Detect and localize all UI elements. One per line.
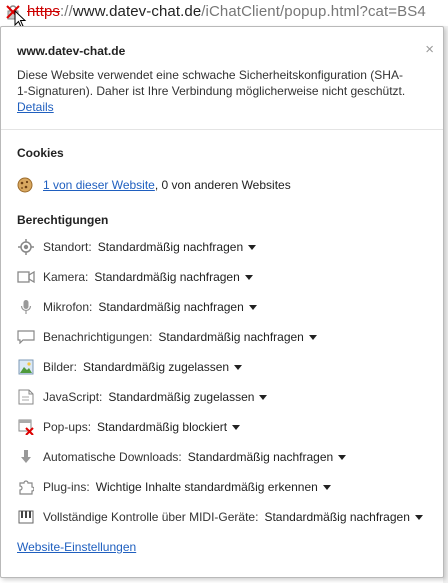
- permission-label: Standort:: [43, 240, 92, 254]
- site-info-popup: × www.datev-chat.de Diese Website verwen…: [0, 26, 444, 578]
- permission-notifications: Benachrichtigungen: Standardmäßig nachfr…: [17, 328, 317, 346]
- url-host: www.datev-chat.de: [72, 3, 202, 20]
- permission-label: JavaScript:: [43, 390, 103, 404]
- permission-value-dropdown[interactable]: Standardmäßig nachfragen: [158, 330, 303, 344]
- permission-value-dropdown[interactable]: Standardmäßig nachfragen: [98, 300, 243, 314]
- url-path: /iChatClient/popup.html?cat=BS4: [201, 3, 426, 20]
- chevron-down-icon[interactable]: [322, 484, 331, 490]
- cookies-rest-text: , 0 von anderen Websites: [154, 178, 291, 192]
- permission-value-dropdown[interactable]: Standardmäßig zugelassen: [108, 390, 254, 404]
- javascript-icon: [17, 389, 35, 405]
- permission-label: Plug-ins:: [43, 480, 90, 494]
- permission-popups: Pop-ups: Standardmäßig blockiert: [17, 418, 241, 436]
- permission-location: Standort: Standardmäßig nachfragen: [17, 238, 257, 256]
- image-icon: [17, 359, 35, 375]
- chevron-down-icon[interactable]: [244, 274, 253, 280]
- chevron-down-icon[interactable]: [414, 514, 423, 520]
- chevron-down-icon[interactable]: [232, 424, 241, 430]
- permission-camera: Kamera: Standardmäßig nachfragen: [17, 268, 253, 286]
- chevron-down-icon[interactable]: [248, 244, 257, 250]
- permission-label: Automatische Downloads:: [43, 450, 182, 464]
- chevron-down-icon[interactable]: [234, 364, 243, 370]
- plugin-icon: [17, 479, 35, 495]
- permission-label: Benachrichtigungen:: [43, 330, 153, 344]
- details-link[interactable]: Details: [17, 100, 54, 114]
- permission-label: Mikrofon:: [43, 300, 93, 314]
- permission-downloads: Automatische Downloads: Standardmäßig na…: [17, 448, 347, 466]
- permission-microphone: Mikrofon: Standardmäßig nachfragen: [17, 298, 257, 316]
- chevron-down-icon[interactable]: [308, 334, 317, 340]
- chevron-down-icon[interactable]: [259, 394, 268, 400]
- permission-images: Bilder: Standardmäßig zugelassen: [17, 358, 243, 376]
- chevron-down-icon[interactable]: [338, 454, 347, 460]
- cookies-row: 1 von dieser Website, 0 von anderen Webs…: [17, 176, 291, 194]
- permission-label: Vollständige Kontrolle über MIDI-Geräte:: [43, 510, 259, 524]
- permission-javascript: JavaScript: Standardmäßig zugelassen: [17, 388, 268, 406]
- permission-value-dropdown[interactable]: Standardmäßig nachfragen: [188, 450, 333, 464]
- cookies-site-link[interactable]: 1 von dieser Website: [43, 178, 155, 192]
- permission-midi: Vollständige Kontrolle über MIDI-Geräte:…: [17, 508, 423, 526]
- permission-value-dropdown[interactable]: Standardmäßig nachfragen: [264, 510, 409, 524]
- url-scheme: https: [27, 3, 61, 20]
- divider: [1, 129, 443, 130]
- cookies-heading: Cookies: [17, 146, 64, 160]
- camera-icon: [17, 269, 35, 285]
- permission-value-dropdown[interactable]: Standardmäßig nachfragen: [98, 240, 243, 254]
- permissions-heading: Berechtigungen: [17, 213, 109, 227]
- permission-value-dropdown[interactable]: Wichtige Inhalte standardmäßig erkennen: [96, 480, 318, 494]
- url-scheme-separator: ://: [60, 3, 73, 20]
- chevron-down-icon[interactable]: [248, 304, 257, 310]
- website-settings-link[interactable]: Website-Einstellungen: [17, 540, 136, 554]
- location-icon: [17, 239, 35, 255]
- permission-plugins: Plug-ins: Wichtige Inhalte standardmäßig…: [17, 478, 331, 496]
- permission-label: Bilder:: [43, 360, 78, 374]
- microphone-icon: [17, 299, 35, 315]
- popup-blocked-icon: [17, 419, 35, 435]
- permission-label: Kamera:: [43, 270, 89, 284]
- notification-icon: [17, 329, 35, 345]
- url-text[interactable]: https://www.datev-chat.de/iChatClient/po…: [27, 3, 426, 20]
- site-title: www.datev-chat.de: [17, 44, 126, 58]
- address-bar[interactable]: https://www.datev-chat.de/iChatClient/po…: [0, 0, 448, 28]
- permission-label: Pop-ups:: [43, 420, 92, 434]
- close-icon[interactable]: ×: [425, 41, 434, 58]
- permission-value-dropdown[interactable]: Standardmäßig blockiert: [97, 420, 227, 434]
- download-icon: [17, 449, 35, 465]
- permission-value-dropdown[interactable]: Standardmäßig nachfragen: [94, 270, 239, 284]
- midi-icon: [17, 509, 35, 525]
- cookie-icon: [17, 177, 33, 193]
- security-warning: Diese Website verwendet eine schwache Si…: [17, 67, 412, 115]
- permission-value-dropdown[interactable]: Standardmäßig zugelassen: [83, 360, 229, 374]
- security-warning-text: Diese Website verwendet eine schwache Si…: [17, 68, 406, 98]
